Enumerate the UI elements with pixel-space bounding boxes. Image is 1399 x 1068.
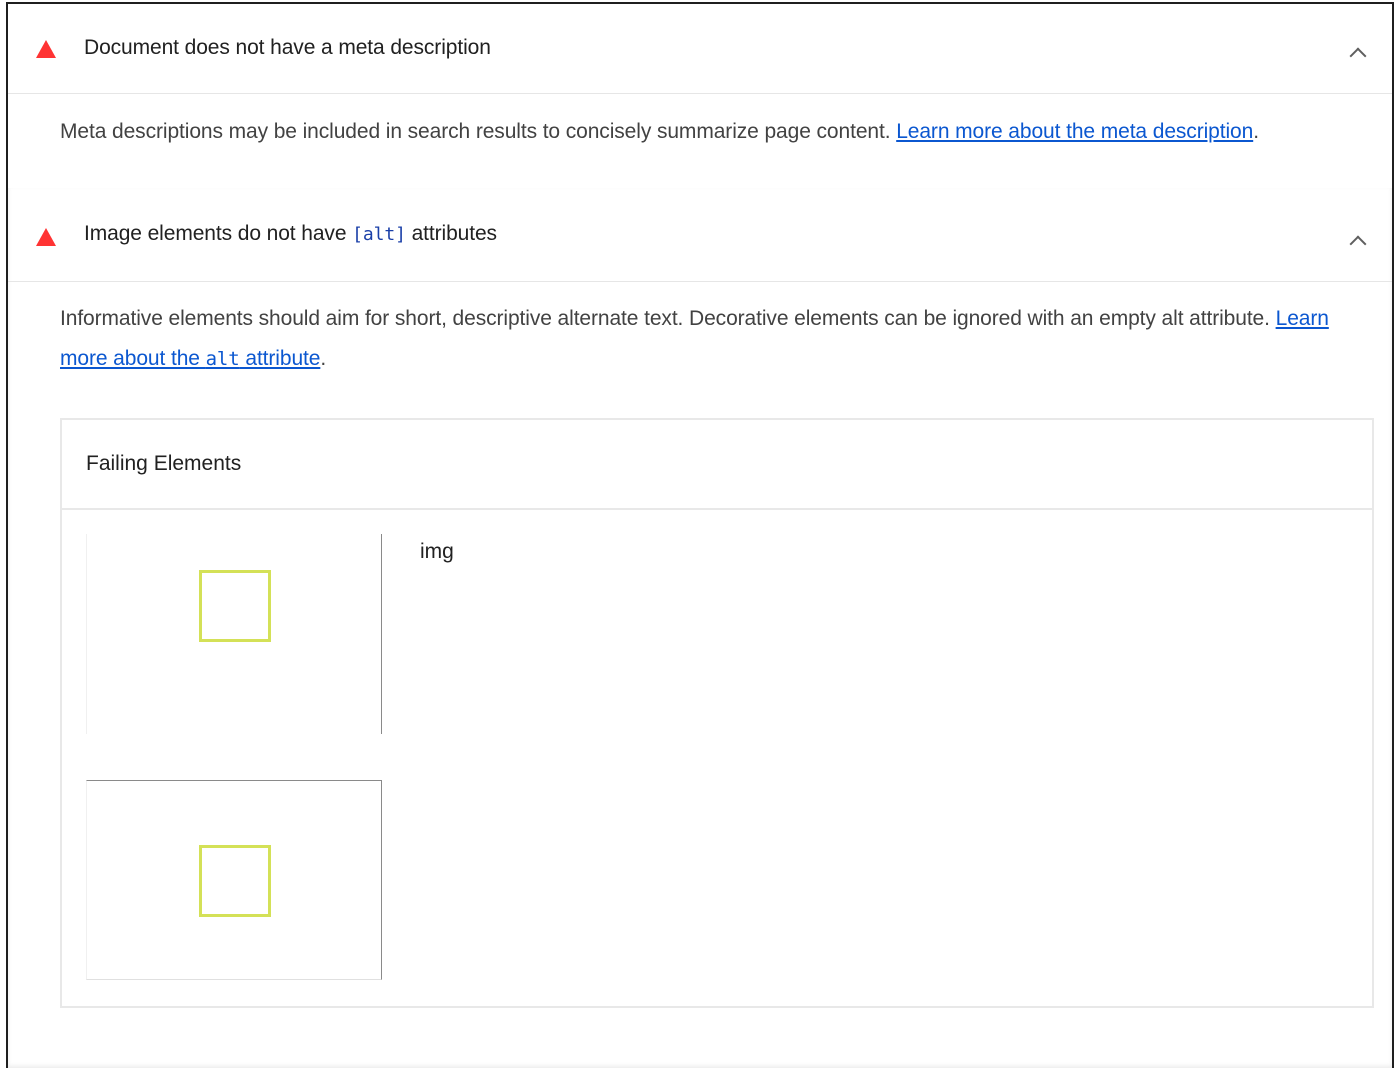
audit-title-text: Image elements do not have xyxy=(84,222,353,245)
description-text: Informative elements should aim for shor… xyxy=(60,307,1276,330)
failing-elements-table: Failing Elements img xyxy=(60,418,1374,1008)
chevron-up-icon[interactable] xyxy=(1349,235,1367,253)
audit-description: Meta descriptions may be included in sea… xyxy=(60,112,1352,152)
audit-meta-description: Document does not have a meta descriptio… xyxy=(6,2,1394,190)
image-placeholder-icon xyxy=(199,570,271,642)
image-placeholder-icon xyxy=(199,845,271,917)
learn-more-link[interactable]: Learn more about the meta description xyxy=(896,120,1253,143)
audit-image-alt: Image elements do not have [alt] attribu… xyxy=(6,188,1394,1068)
audit-title: Document does not have a meta descriptio… xyxy=(84,36,491,59)
description-trailing: . xyxy=(1253,120,1259,143)
audit-title: Image elements do not have [alt] attribu… xyxy=(84,222,497,246)
fail-triangle-icon xyxy=(36,40,56,58)
element-screenshot-thumbnail[interactable] xyxy=(86,534,382,734)
description-text: Meta descriptions may be included in sea… xyxy=(60,120,897,143)
link-code: alt xyxy=(205,348,240,370)
node-label[interactable]: img xyxy=(420,540,454,564)
table-header: Failing Elements xyxy=(62,420,1372,510)
element-screenshot-thumbnail[interactable] xyxy=(86,780,382,980)
audit-title-text-end: attributes xyxy=(405,222,497,245)
audit-title-code: [alt] xyxy=(352,224,406,245)
audit-description: Informative elements should aim for shor… xyxy=(60,299,1352,379)
audit-header[interactable]: Image elements do not have [alt] attribu… xyxy=(8,188,1392,282)
description-trailing: . xyxy=(320,347,327,370)
link-text-end: attribute xyxy=(239,347,321,370)
chevron-up-icon[interactable] xyxy=(1349,47,1367,65)
table-header-label: Failing Elements xyxy=(86,452,242,475)
audit-header[interactable]: Document does not have a meta descriptio… xyxy=(8,4,1392,94)
fail-triangle-icon xyxy=(36,228,56,246)
